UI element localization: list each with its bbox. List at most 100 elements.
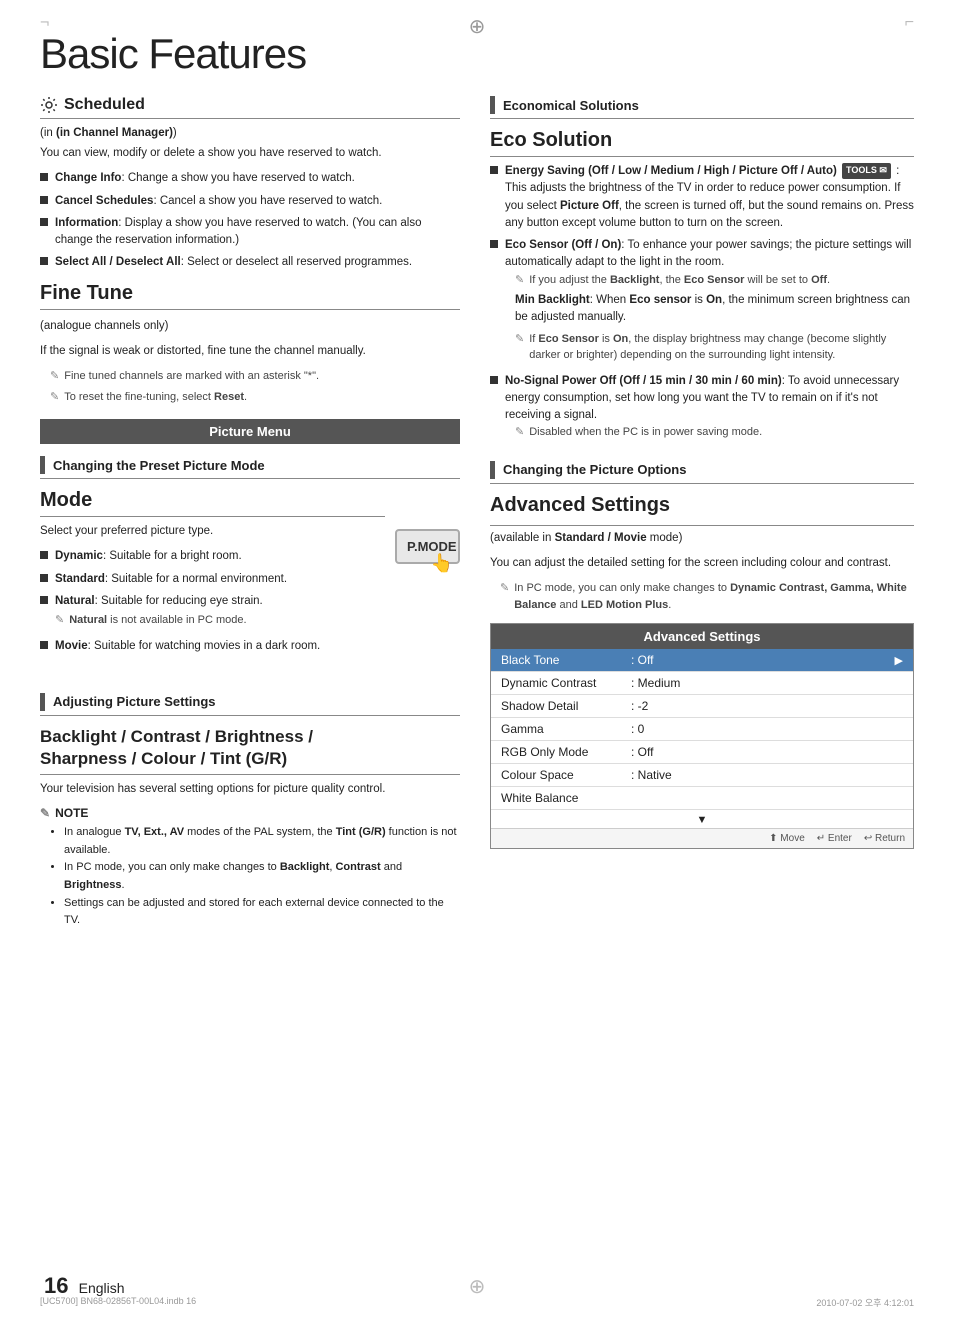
fine-tune-header: Fine Tune bbox=[40, 282, 460, 310]
scheduled-body: You can view, modify or delete a show yo… bbox=[40, 145, 460, 162]
list-item: Standard: Suitable for a normal environm… bbox=[40, 571, 385, 588]
changing-options-label: Changing the Picture Options bbox=[503, 462, 686, 477]
adv-body: You can adjust the detailed setting for … bbox=[490, 555, 914, 572]
adv-settings-heading: Advanced Settings bbox=[490, 494, 914, 517]
list-item: Energy Saving (Off / Low / Medium / High… bbox=[490, 163, 914, 232]
scheduled-header: Scheduled bbox=[40, 96, 460, 119]
adv-table-title: Advanced Settings bbox=[491, 624, 913, 649]
section-bar-icon bbox=[490, 96, 495, 114]
adv-row-rgb-only[interactable]: RGB Only Mode : Off bbox=[491, 741, 913, 764]
pmode-button[interactable]: P.MODE 👆 bbox=[395, 529, 460, 564]
footer-line: [UC5700] BN68-02856T-00L04.indb 16 2010-… bbox=[40, 1296, 914, 1309]
adv-row-name: Gamma bbox=[501, 722, 631, 736]
top-right-mark: ⌐ bbox=[905, 14, 914, 32]
bullet-icon bbox=[490, 240, 498, 248]
note-heading: ✎ NOTE bbox=[40, 806, 460, 820]
section-bar-icon bbox=[490, 461, 495, 479]
list-item: In PC mode, you can only make changes to… bbox=[64, 859, 460, 894]
changing-options-header: Changing the Picture Options bbox=[490, 461, 914, 484]
note-pencil-icon: ✎ bbox=[55, 612, 64, 629]
left-column: Scheduled (in (in Channel Manager)) You … bbox=[40, 96, 460, 930]
item-text: Information: Display a show you have res… bbox=[55, 215, 460, 250]
mode-subtitle: Select your preferred picture type. bbox=[40, 523, 385, 540]
list-item: Cancel Schedules: Cancel a show you have… bbox=[40, 193, 460, 210]
pmode-label: P.MODE bbox=[407, 539, 457, 554]
adv-row-dynamic-contrast[interactable]: Dynamic Contrast : Medium bbox=[491, 672, 913, 695]
bullet-icon bbox=[40, 173, 48, 181]
scheduled-heading: Scheduled bbox=[64, 96, 145, 114]
section-bar-icon bbox=[40, 693, 45, 711]
eco-note2: ✎ If Eco Sensor is On, the display brigh… bbox=[505, 331, 914, 364]
bullet-icon bbox=[40, 641, 48, 649]
economical-label: Economical Solutions bbox=[503, 98, 639, 113]
note-pencil-icon: ✎ bbox=[515, 331, 524, 348]
item-text: Select All / Deselect All: Select or des… bbox=[55, 254, 412, 271]
list-item: Dynamic: Suitable for a bright room. bbox=[40, 548, 385, 565]
backlight-notes: In analogue TV, Ext., AV modes of the PA… bbox=[40, 824, 460, 930]
adv-subtitle: (available in Standard / Movie mode) bbox=[490, 530, 914, 547]
changing-preset-header: Changing the Preset Picture Mode bbox=[40, 456, 460, 479]
adv-row-gamma[interactable]: Gamma : 0 bbox=[491, 718, 913, 741]
backlight-heading-wrapper: Backlight / Contrast / Brightness /Sharp… bbox=[40, 726, 460, 775]
natural-note: ✎ Natural is not available in PC mode. bbox=[55, 612, 263, 629]
bullet-icon bbox=[40, 551, 48, 559]
list-item: Natural: Suitable for reducing eye strai… bbox=[40, 593, 385, 633]
adv-down-arrow: ▼ bbox=[491, 810, 913, 828]
list-item: Information: Display a show you have res… bbox=[40, 215, 460, 250]
adv-heading-wrapper: Advanced Settings bbox=[490, 494, 914, 526]
fine-tune-subtitle: (analogue channels only) bbox=[40, 318, 460, 335]
adv-row-value: : -2 bbox=[631, 699, 903, 713]
mode-list: Dynamic: Suitable for a bright room. Sta… bbox=[40, 548, 385, 655]
scheduled-in-label: (in (in Channel Manager)) bbox=[40, 127, 460, 139]
adv-row-name: Shadow Detail bbox=[501, 699, 631, 713]
changing-preset-label: Changing the Preset Picture Mode bbox=[53, 458, 265, 473]
eco-section: Eco Solution Energy Saving (Off / Low / … bbox=[490, 129, 914, 445]
adv-row-name: Colour Space bbox=[501, 768, 631, 782]
top-center-mark: ⊕ bbox=[469, 14, 486, 39]
adjusting-label: Adjusting Picture Settings bbox=[53, 694, 216, 709]
adv-row-value: : Off bbox=[631, 745, 903, 759]
bullet-icon bbox=[490, 166, 498, 174]
picture-menu-bar: Picture Menu bbox=[40, 419, 460, 444]
adv-footer-return: ↩ Return bbox=[864, 833, 905, 844]
adv-row-value: : Off bbox=[631, 653, 895, 667]
no-signal-note: ✎ Disabled when the PC is in power savin… bbox=[505, 424, 914, 441]
eco-heading: Eco Solution bbox=[490, 129, 914, 157]
item-text: Change Info: Change a show you have rese… bbox=[55, 170, 355, 187]
adv-row-name: RGB Only Mode bbox=[501, 745, 631, 759]
advanced-settings-section: Advanced Settings (available in Standard… bbox=[490, 494, 914, 850]
list-item: In analogue TV, Ext., AV modes of the PA… bbox=[64, 824, 460, 859]
section-bar-icon bbox=[40, 456, 45, 474]
adv-footer-enter: ↵ Enter bbox=[817, 833, 852, 844]
adv-footer-move: ⬆ Move bbox=[769, 833, 805, 844]
adv-row-colour-space[interactable]: Colour Space : Native bbox=[491, 764, 913, 787]
eco-note1: ✎ If you adjust the Backlight, the Eco S… bbox=[505, 272, 914, 289]
adv-row-black-tone[interactable]: Black Tone : Off ▶ bbox=[491, 649, 913, 672]
fine-tune-body: If the signal is weak or distorted, fine… bbox=[40, 343, 460, 360]
scheduled-list: Change Info: Change a show you have rese… bbox=[40, 170, 460, 271]
list-item: Change Info: Change a show you have rese… bbox=[40, 170, 460, 187]
hand-icon: 👆 bbox=[431, 553, 453, 574]
fine-tune-heading: Fine Tune bbox=[40, 282, 460, 305]
list-item: No-Signal Power Off (Off / 15 min / 30 m… bbox=[490, 373, 914, 445]
adv-row-name: Dynamic Contrast bbox=[501, 676, 631, 690]
right-column: Economical Solutions Eco Solution Energy… bbox=[490, 96, 914, 930]
list-item: Select All / Deselect All: Select or des… bbox=[40, 254, 460, 271]
adv-row-shadow-detail[interactable]: Shadow Detail : -2 bbox=[491, 695, 913, 718]
list-item: Eco Sensor (Off / On): To enhance your p… bbox=[490, 237, 914, 368]
economical-header: Economical Solutions bbox=[490, 96, 914, 119]
list-item: Movie: Suitable for watching movies in a… bbox=[40, 638, 385, 655]
note-pencil-icon: ✎ bbox=[500, 580, 509, 597]
bullet-icon bbox=[40, 257, 48, 265]
mode-section: Mode Select your preferred picture type.… bbox=[40, 489, 460, 665]
adv-row-arrow: ▶ bbox=[895, 654, 903, 667]
adv-row-white-balance[interactable]: White Balance bbox=[491, 787, 913, 810]
gear-icon bbox=[40, 96, 58, 114]
note-pencil-icon: ✎ bbox=[50, 368, 59, 385]
backlight-heading: Backlight / Contrast / Brightness /Sharp… bbox=[40, 726, 460, 770]
mode-heading-wrapper: Mode bbox=[40, 489, 385, 517]
mode-heading: Mode bbox=[40, 489, 385, 512]
note-pencil-icon: ✎ bbox=[50, 389, 59, 406]
footer-left: [UC5700] BN68-02856T-00L04.indb 16 bbox=[40, 1296, 196, 1309]
backlight-body: Your television has several setting opti… bbox=[40, 781, 460, 798]
